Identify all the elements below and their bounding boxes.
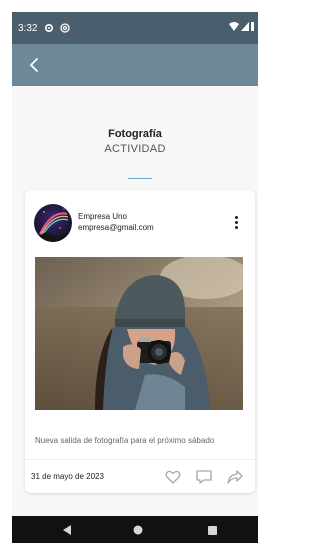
organizer-name: Empresa Uno xyxy=(78,212,127,221)
gear-icon xyxy=(43,22,55,34)
comment-button[interactable] xyxy=(193,466,215,488)
signal-icon xyxy=(241,22,249,34)
main-content: Fotografía ACTIVIDAD Empresa Uno empresa… xyxy=(12,86,258,516)
like-button[interactable] xyxy=(162,466,184,488)
heart-icon xyxy=(165,470,181,484)
more-vert-icon xyxy=(234,215,238,219)
more-options-button[interactable] xyxy=(231,212,241,232)
card-header: Empresa Uno empresa@gmail.com xyxy=(25,190,255,252)
activity-photo[interactable] xyxy=(35,255,250,410)
at-icon xyxy=(59,22,71,34)
page-subtitle: ACTIVIDAD xyxy=(104,143,166,155)
status-time: 3:32 xyxy=(18,22,38,34)
back-arrow-icon xyxy=(30,58,38,72)
avatar[interactable] xyxy=(34,204,72,242)
comment-icon xyxy=(196,470,212,484)
nav-recents-button[interactable] xyxy=(204,522,220,538)
activity-card[interactable]: Empresa Uno empresa@gmail.com Nueva sali… xyxy=(25,190,255,493)
nav-home-button[interactable] xyxy=(130,522,146,538)
page-title: Fotografía xyxy=(108,128,162,140)
nav-back-button[interactable] xyxy=(59,522,75,538)
share-button[interactable] xyxy=(224,466,246,488)
battery-icon xyxy=(251,22,254,34)
activity-date: 31 de mayo de 2023 xyxy=(31,472,104,481)
activity-description: Nueva salida de fotografía para el próxi… xyxy=(35,436,215,445)
home-nav-icon xyxy=(133,525,143,535)
recents-nav-icon xyxy=(207,525,217,535)
app-screen: 3:32 Fotografía ACTIVIDAD Empresa Uno em… xyxy=(12,12,258,543)
system-nav-bar xyxy=(12,516,258,543)
status-bar: 3:32 xyxy=(12,12,258,44)
title-divider xyxy=(128,178,152,179)
app-bar xyxy=(12,44,258,86)
back-button[interactable] xyxy=(22,53,46,77)
organizer-email: empresa@gmail.com xyxy=(78,223,154,232)
back-nav-icon xyxy=(62,525,71,535)
wifi-icon xyxy=(229,22,239,34)
share-icon xyxy=(227,470,243,484)
status-indicators xyxy=(229,12,254,44)
card-footer: 31 de mayo de 2023 xyxy=(25,459,255,493)
